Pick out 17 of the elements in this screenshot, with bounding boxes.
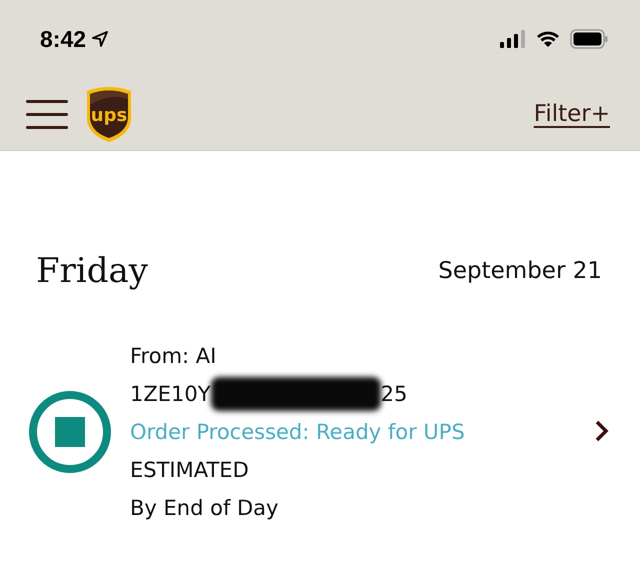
status-time: 8:42 [40,26,86,52]
filter-link[interactable]: Filter+ [534,101,610,127]
tracking-number: 1ZE10Y [130,381,211,408]
tracking-number-end: 25 [380,381,408,408]
logo-shield: ups [84,85,134,143]
sender-text: From: AI [130,343,218,370]
estimate-text: By End of Day [130,495,280,522]
shipment-status: Order Processed: Ready for UPS [130,419,466,446]
stop-status-icon [28,390,112,474]
wifi-icon [536,30,560,48]
date-label: September 21 [438,258,602,284]
weekday-heading: Friday [36,251,148,291]
battery-icon [570,29,608,49]
menu-button[interactable] [26,100,68,128]
estimate-label: ESTIMATED [130,457,250,484]
signal-icon [500,30,526,48]
location-arrow-icon [92,31,108,47]
